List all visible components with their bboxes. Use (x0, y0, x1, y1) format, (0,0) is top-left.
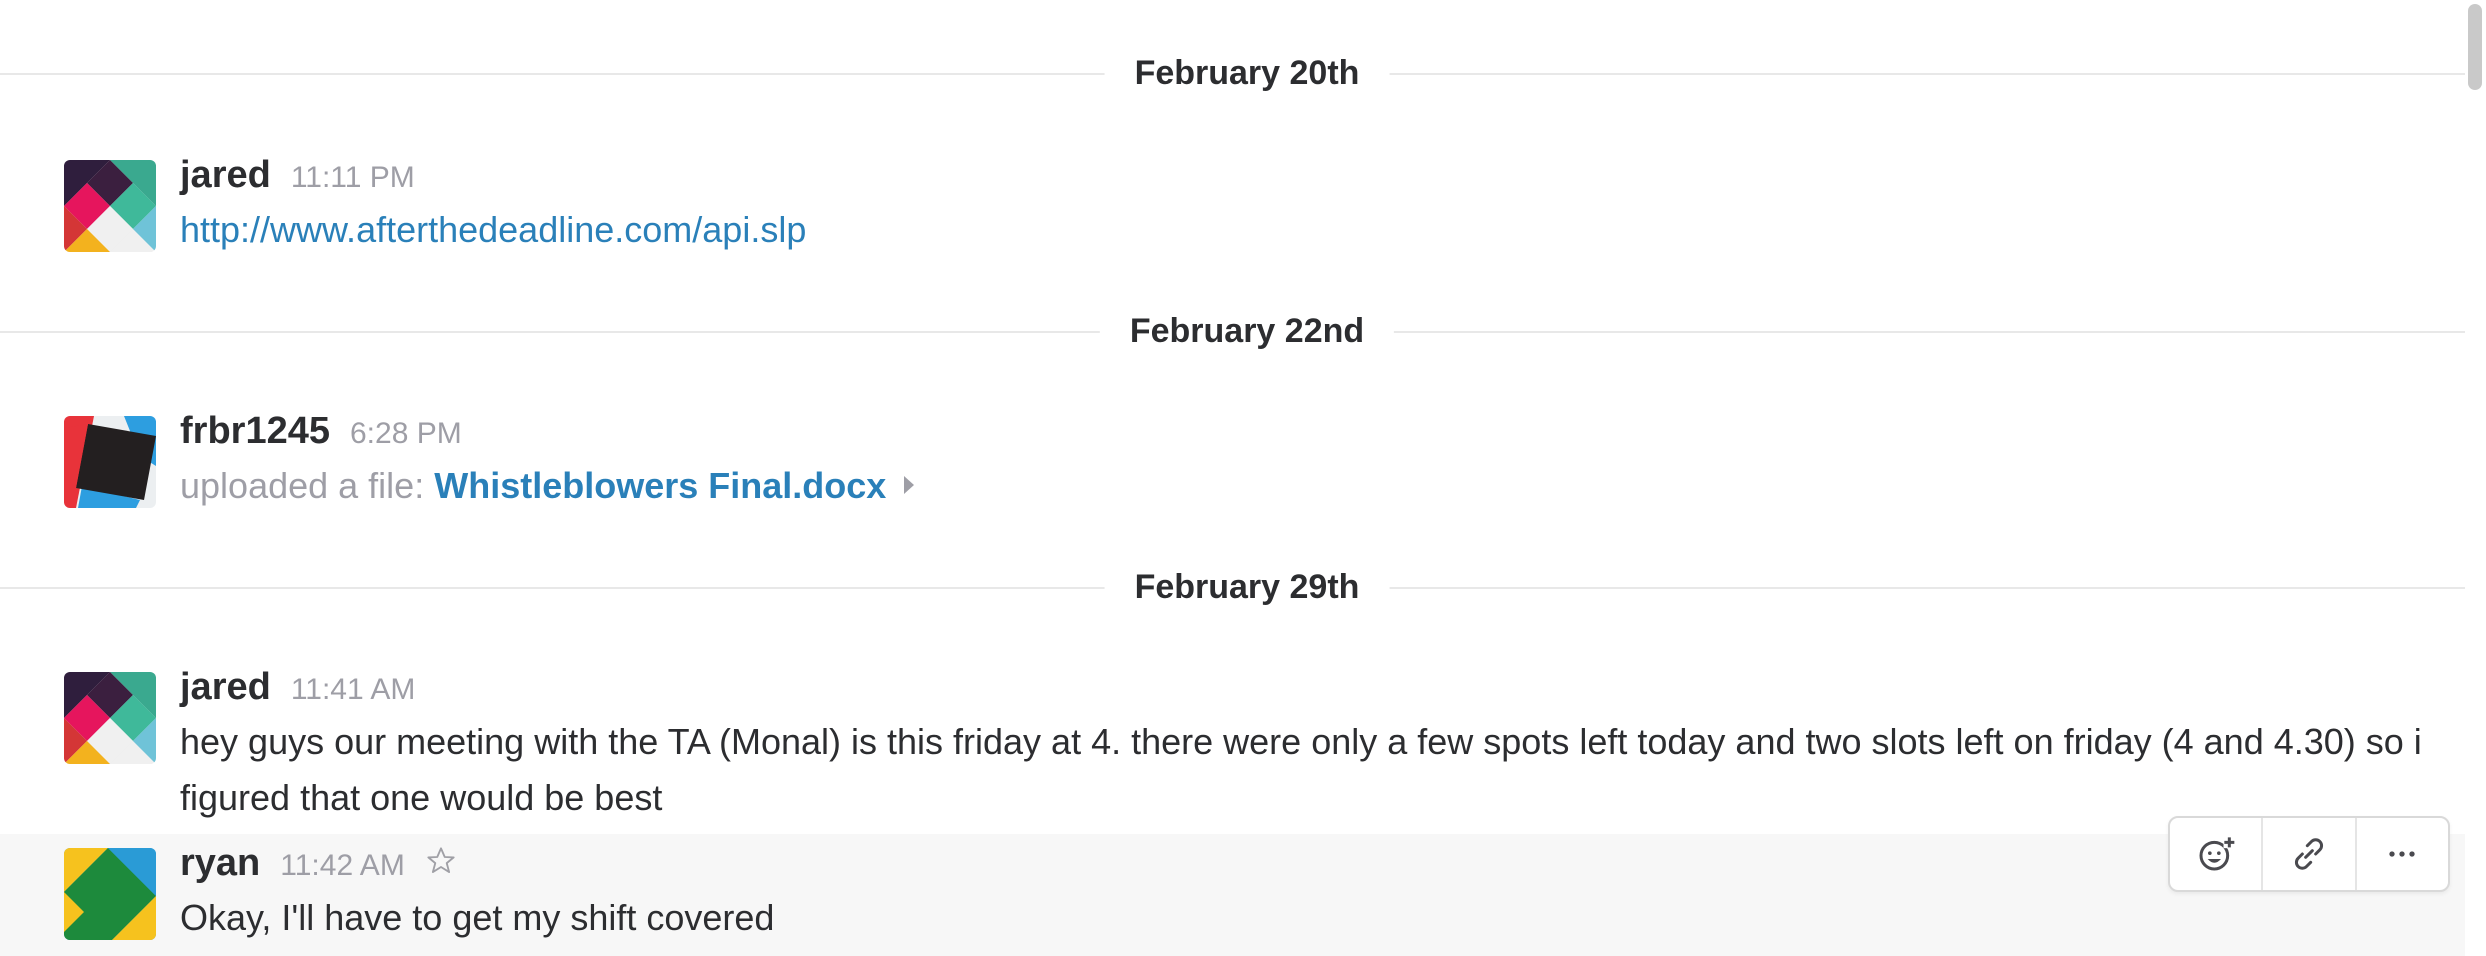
message-timestamp[interactable]: 11:41 AM (291, 673, 416, 706)
author-name[interactable]: frbr1245 (180, 410, 330, 452)
message-item: jared 11:41 AM hey guys our meeting with … (0, 662, 2465, 834)
avatar-image (64, 672, 156, 764)
message-body: hey guys our meeting with the TA (Monal)… (180, 721, 2422, 818)
message-header: jared 11:11 PM (180, 154, 415, 197)
day-divider: February 29th (0, 567, 2465, 607)
file-link[interactable]: Whistleblowers Final.docx (434, 465, 886, 506)
message-link[interactable]: http://www.afterthedeadline.com/api.slp (180, 209, 806, 250)
day-divider-label: February 22nd (1099, 311, 1395, 351)
message-header: frbr1245 6:28 PM (180, 410, 462, 453)
day-divider-label: February 20th (1104, 53, 1390, 93)
avatar-image (64, 416, 156, 508)
avatar[interactable] (64, 848, 156, 940)
scrollbar-thumb[interactable] (2468, 4, 2482, 90)
message-timestamp[interactable]: 11:11 PM (291, 161, 415, 194)
day-divider-label: February 29th (1104, 567, 1390, 607)
author-name[interactable]: jared (180, 666, 271, 708)
add-reaction-icon (2199, 836, 2235, 871)
day-divider: February 20th (0, 53, 2465, 93)
expand-caret-icon[interactable] (904, 476, 915, 494)
message-actions (2168, 816, 2450, 892)
copy-link-button[interactable] (2263, 818, 2357, 890)
message-body: uploaded a file: Whistleblowers Final.do… (180, 458, 2425, 514)
message-item: ryan 11:42 AM Okay, I'll have to get my s… (0, 834, 2465, 956)
scrollbar-track[interactable] (2465, 0, 2486, 956)
message-item: frbr1245 6:28 PM uploaded a file: Whistle… (0, 406, 2465, 526)
message-pane: February 20th jared 11:11 PM http://www.a (0, 0, 2486, 956)
author-name[interactable]: ryan (180, 842, 260, 884)
file-upload-prefix: uploaded a file: (180, 465, 425, 506)
message-header: ryan 11:42 AM (180, 842, 457, 885)
add-reaction-button[interactable] (2170, 818, 2264, 890)
avatar[interactable] (64, 416, 156, 508)
link-icon (2294, 838, 2323, 870)
day-divider: February 22nd (0, 311, 2465, 351)
message-header: jared 11:41 AM (180, 666, 415, 709)
message-timestamp[interactable]: 6:28 PM (350, 417, 462, 450)
more-actions-button[interactable] (2357, 818, 2448, 890)
more-icon (2389, 851, 2415, 857)
avatar[interactable] (64, 160, 156, 252)
avatar-image (64, 848, 156, 940)
message-body: Okay, I'll have to get my shift covered (180, 897, 775, 938)
message-timestamp[interactable]: 11:42 AM (280, 849, 405, 882)
avatar[interactable] (64, 672, 156, 764)
author-name[interactable]: jared (180, 154, 271, 196)
avatar-image (64, 160, 156, 252)
star-icon[interactable] (425, 845, 457, 877)
message-item: jared 11:11 PM http://www.afterthedeadlin… (0, 150, 2465, 270)
message-body: http://www.afterthedeadline.com/api.slp (180, 202, 2425, 258)
